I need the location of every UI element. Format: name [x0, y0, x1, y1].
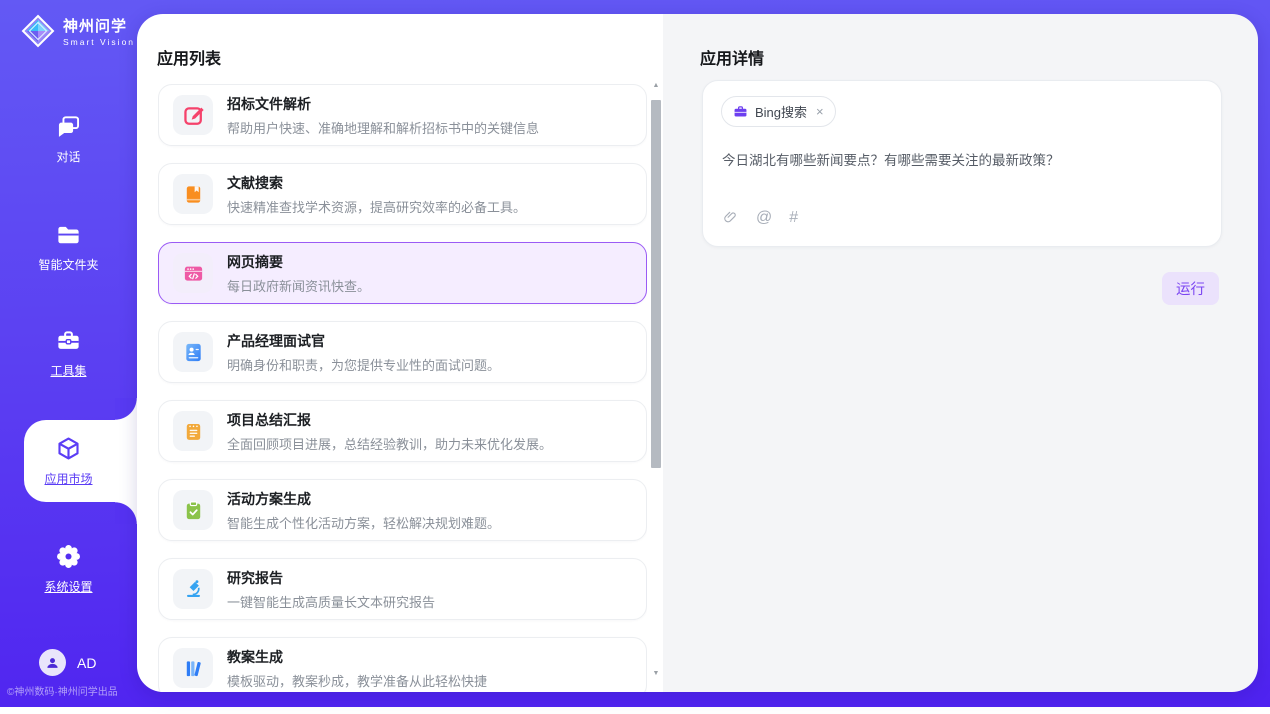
app-card-title: 活动方案生成	[227, 489, 500, 509]
sidebar-item-label: 应用市场	[0, 470, 137, 487]
book-icon	[173, 174, 213, 214]
mention-icon[interactable]: @	[756, 210, 772, 226]
main-content: 应用列表 招标文件解析 帮助用户快速、准确地理解和解析招标书中的关键信息	[137, 14, 1258, 692]
hashtag-icon[interactable]: #	[789, 210, 798, 226]
tool-chip-label: Bing搜索	[755, 102, 807, 121]
scroll-down-icon[interactable]: ▼	[650, 668, 662, 680]
brand-subtitle: Smart Vision	[63, 37, 135, 47]
app-detail-title: 应用详情	[700, 45, 764, 69]
clipboard-check-icon	[173, 490, 213, 530]
app-list-title: 应用列表	[157, 45, 221, 69]
app-card-literature-search[interactable]: 文献搜索 快速精准查找学术资源，提高研究效率的必备工具。	[158, 163, 647, 225]
sidebar-item-label: 对话	[0, 148, 137, 165]
app-window: 神州问学 Smart Vision 对话 智能文件夹	[0, 0, 1270, 707]
app-card-title: 招标文件解析	[227, 94, 539, 114]
app-card-tender-analysis[interactable]: 招标文件解析 帮助用户快速、准确地理解和解析招标书中的关键信息	[158, 84, 647, 146]
books-icon	[173, 648, 213, 688]
tool-chip-bing-search[interactable]: Bing搜索 ×	[721, 96, 836, 127]
app-card-description: 模板驱动，教案秒成，教学准备从此轻松快捷	[227, 671, 487, 690]
chat-icon	[55, 113, 82, 140]
run-button[interactable]: 运行	[1162, 272, 1219, 305]
folder-icon	[55, 221, 82, 248]
interviewer-icon	[173, 332, 213, 372]
toolbox-icon	[55, 327, 82, 354]
app-list-panel: 应用列表 招标文件解析 帮助用户快速、准确地理解和解析招标书中的关键信息	[137, 14, 663, 692]
app-card-title: 产品经理面试官	[227, 331, 500, 351]
sidebar-item-chat[interactable]: 对话	[0, 113, 137, 165]
microscope-icon	[173, 569, 213, 609]
sidebar-item-smart-folder[interactable]: 智能文件夹	[0, 221, 137, 273]
app-card-description: 每日政府新闻资讯快查。	[227, 276, 370, 295]
gem-logo-icon	[20, 13, 56, 49]
account-name: AD	[77, 655, 96, 671]
sidebar-item-app-market[interactable]: 应用市场	[0, 435, 137, 487]
list-scrollbar[interactable]: ▲ ▼	[650, 80, 662, 680]
app-card-title: 网页摘要	[227, 252, 370, 272]
app-card-description: 帮助用户快速、准确地理解和解析招标书中的关键信息	[227, 118, 539, 137]
scrollbar-thumb[interactable]	[651, 100, 661, 468]
briefcase-icon	[733, 104, 748, 119]
sidebar-item-label: 智能文件夹	[0, 256, 137, 273]
report-doc-icon	[173, 411, 213, 451]
app-card-event-plan[interactable]: 活动方案生成 智能生成个性化活动方案，轻松解决规划难题。	[158, 479, 647, 541]
query-input-card[interactable]: Bing搜索 × 今日湖北有哪些新闻要点？有哪些需要关注的最新政策？ @ #	[702, 80, 1222, 247]
app-card-description: 智能生成个性化活动方案，轻松解决规划难题。	[227, 513, 500, 532]
gear-icon	[55, 543, 82, 570]
pen-square-icon	[173, 95, 213, 135]
paperclip-icon[interactable]	[722, 209, 739, 226]
app-card-research-report[interactable]: 研究报告 一键智能生成高质量长文本研究报告	[158, 558, 647, 620]
user-avatar-icon	[39, 649, 66, 676]
app-card-pm-interviewer[interactable]: 产品经理面试官 明确身份和职责，为您提供专业性的面试问题。	[158, 321, 647, 383]
app-card-description: 一键智能生成高质量长文本研究报告	[227, 592, 435, 611]
sidebar-item-toolset[interactable]: 工具集	[0, 327, 137, 379]
app-card-title: 研究报告	[227, 568, 435, 588]
sidebar-footer-text: ©神州数码·神州问学出品	[7, 683, 137, 698]
app-card-title: 项目总结汇报	[227, 410, 552, 430]
app-card-project-summary[interactable]: 项目总结汇报 全面回顾项目进展，总结经验教训，助力未来优化发展。	[158, 400, 647, 462]
app-card-web-summary[interactable]: 网页摘要 每日政府新闻资讯快查。	[158, 242, 647, 304]
sidebar-item-label: 系统设置	[0, 578, 137, 595]
cube-icon	[55, 435, 82, 462]
brand-logo: 神州问学 Smart Vision	[20, 13, 135, 49]
app-card-description: 明确身份和职责，为您提供专业性的面试问题。	[227, 355, 500, 374]
app-card-lesson-plan[interactable]: 教案生成 模板驱动，教案秒成，教学准备从此轻松快捷	[158, 637, 647, 692]
scroll-up-icon[interactable]: ▲	[650, 80, 662, 92]
app-detail-panel: 应用详情 Bing搜索 × 今日湖北有哪些新闻要点？有哪些需要关注的最新政策？	[663, 14, 1258, 692]
brand-name: 神州问学	[63, 15, 135, 36]
app-card-title: 文献搜索	[227, 173, 526, 193]
app-card-description: 快速精准查找学术资源，提高研究效率的必备工具。	[227, 197, 526, 216]
chip-close-icon[interactable]: ×	[816, 104, 824, 119]
sidebar-item-label: 工具集	[0, 362, 137, 379]
app-card-list: 招标文件解析 帮助用户快速、准确地理解和解析招标书中的关键信息 文献搜索	[158, 84, 647, 692]
webpage-code-icon	[173, 253, 213, 293]
app-card-title: 教案生成	[227, 647, 487, 667]
app-card-description: 全面回顾项目进展，总结经验教训，助力未来优化发展。	[227, 434, 552, 453]
sidebar-item-settings[interactable]: 系统设置	[0, 543, 137, 595]
query-text[interactable]: 今日湖北有哪些新闻要点？有哪些需要关注的最新政策？	[722, 151, 1201, 171]
sidebar: 神州问学 Smart Vision 对话 智能文件夹	[0, 0, 137, 707]
composer-toolbar: @ #	[722, 209, 798, 226]
account-row[interactable]: AD	[39, 649, 96, 676]
